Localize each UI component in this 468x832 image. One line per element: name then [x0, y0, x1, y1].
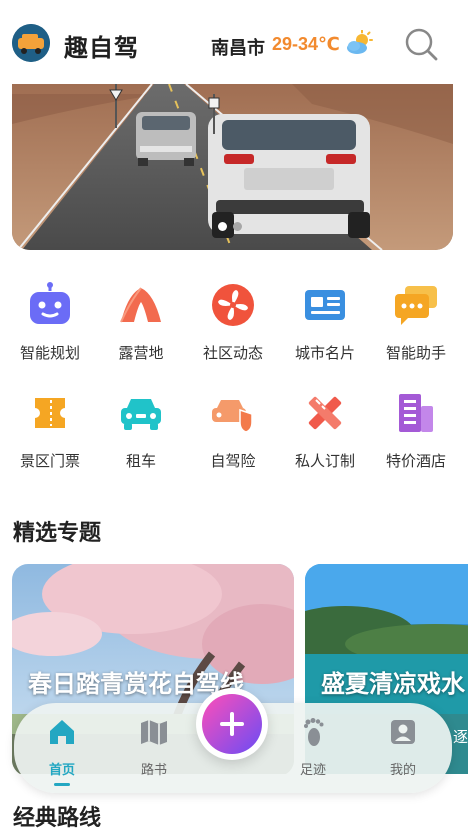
- map-icon: [141, 720, 167, 745]
- feature-smart-planning[interactable]: 智能规划: [5, 276, 91, 376]
- current-city[interactable]: 南昌市: [211, 34, 265, 60]
- feature-private-custom[interactable]: 私人订制: [280, 384, 366, 484]
- nav-roadbook[interactable]: 路书: [124, 717, 184, 777]
- feature-label: 露营地: [118, 345, 164, 362]
- car-icon: [121, 399, 161, 430]
- design-tools-icon: [308, 396, 342, 430]
- chat-icon: [395, 286, 437, 325]
- feature-label: 特价酒店: [385, 453, 446, 470]
- create-button-inner: [202, 694, 262, 754]
- id-card-icon: [305, 290, 345, 320]
- nav-profile[interactable]: 我的: [373, 717, 433, 777]
- nav-label: 首页: [48, 762, 75, 777]
- app-name: 趣自驾: [64, 35, 139, 62]
- feature-label: 社区动态: [202, 345, 263, 362]
- feature-label: 自驾险: [210, 453, 256, 470]
- create-button[interactable]: [196, 688, 268, 760]
- temperature: 29-34℃: [272, 34, 340, 54]
- feature-campsite[interactable]: 露营地: [96, 276, 182, 376]
- nav-footprints[interactable]: 足迹: [283, 717, 343, 777]
- search-button[interactable]: [403, 26, 439, 62]
- banner-dot-active[interactable]: [218, 222, 227, 231]
- banner-pagination: [218, 222, 242, 234]
- feature-smart-assistant[interactable]: 智能助手: [371, 276, 457, 376]
- partly-cloudy-icon: [345, 29, 373, 56]
- feature-discount-hotel[interactable]: 特价酒店: [371, 384, 457, 484]
- ticket-icon: [35, 398, 65, 428]
- nav-home[interactable]: 首页: [32, 717, 92, 786]
- nav-label: 足迹: [299, 762, 326, 777]
- featured-card-subtitle: 逐浪: [453, 729, 468, 746]
- profile-icon: [391, 720, 415, 744]
- featured-card-title: 盛夏清凉戏水: [321, 671, 465, 698]
- app-header: 趣自驾 南昌市 29-34℃: [0, 0, 468, 84]
- feature-label: 城市名片: [294, 345, 355, 362]
- app-logo[interactable]: [12, 24, 50, 62]
- feature-label: 租车: [125, 453, 156, 470]
- feature-label: 景区门票: [19, 453, 80, 470]
- car-shield-icon: [212, 400, 253, 433]
- feature-drive-insurance[interactable]: 自驾险: [188, 384, 274, 484]
- footprint-icon: [304, 718, 324, 746]
- active-indicator: [54, 783, 70, 786]
- home-icon: [50, 720, 74, 744]
- nav-label: 路书: [140, 762, 167, 777]
- feature-community[interactable]: 社区动态: [188, 276, 274, 376]
- feature-scenic-tickets[interactable]: 景区门票: [5, 384, 91, 484]
- classic-routes-title: 经典路线: [13, 805, 102, 830]
- feature-label: 智能规划: [19, 345, 80, 362]
- search-icon: [405, 28, 438, 61]
- nav-label: 我的: [389, 762, 416, 777]
- plus-icon: [220, 712, 244, 736]
- hotel-icon: [399, 394, 433, 432]
- feature-car-rental[interactable]: 租车: [96, 384, 182, 484]
- feature-city-card[interactable]: 城市名片: [280, 276, 366, 376]
- featured-section-title: 精选专题: [13, 520, 102, 545]
- tent-icon: [120, 287, 161, 323]
- fan-icon: [212, 284, 254, 326]
- feature-label: 智能助手: [385, 345, 446, 362]
- feature-label: 私人订制: [294, 453, 355, 470]
- robot-icon: [30, 282, 70, 324]
- banner-dot[interactable]: [233, 222, 242, 231]
